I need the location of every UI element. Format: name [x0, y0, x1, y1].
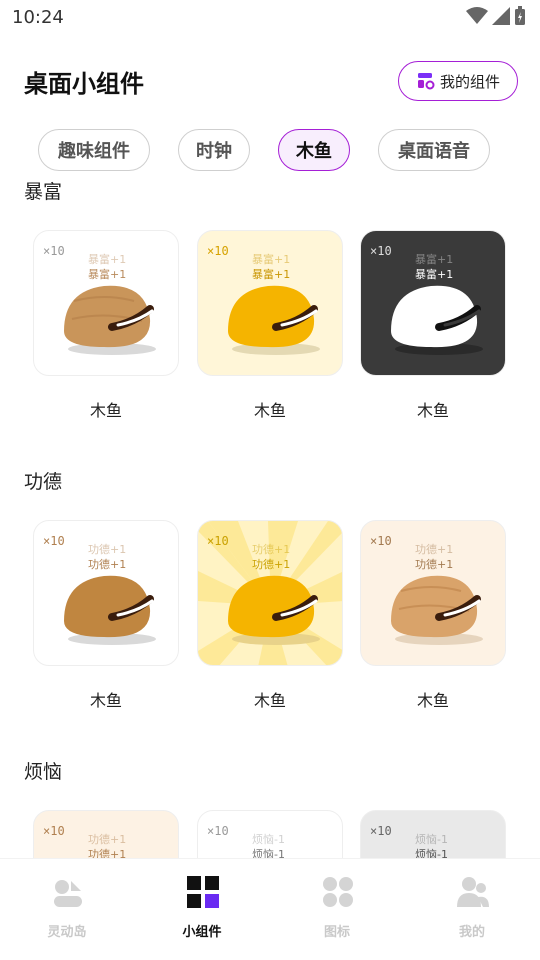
merit-text-faded: 暴富+1: [415, 253, 454, 266]
my-widgets-button[interactable]: 我的组件: [398, 61, 518, 101]
merit-text: 暴富+1: [415, 268, 454, 281]
wifi-icon: [466, 7, 488, 24]
hit-count: ×10: [370, 824, 392, 838]
icons-grid-icon: [323, 877, 353, 907]
bottom-nav: 灵动岛 小组件 图标 我的: [0, 858, 540, 960]
merit-text: 功德+1: [88, 848, 127, 858]
merit-text-faded: 暴富+1: [88, 253, 127, 266]
nav-item-icons[interactable]: 图标: [287, 875, 387, 945]
battery-icon: [515, 6, 525, 25]
nav-item-widgets[interactable]: 小组件: [152, 875, 252, 945]
nav-item-island[interactable]: 灵动岛: [17, 875, 117, 945]
category-tabs: 趣味组件 时钟 木鱼 桌面语音: [0, 129, 540, 173]
tab-desktop-voice[interactable]: 桌面语音: [378, 129, 490, 171]
merit-text: 功德+1: [252, 558, 291, 571]
card-caption: 木鱼: [416, 401, 449, 420]
hit-count: ×10: [43, 244, 65, 258]
nav-label: 小组件: [182, 925, 222, 940]
card-caption: 木鱼: [253, 691, 286, 710]
hit-count: ×10: [207, 824, 229, 838]
merit-text-faded: 功德+1: [88, 543, 127, 556]
nav-label: 我的: [458, 925, 485, 940]
user-icon: [457, 877, 489, 907]
merit-text-faded: 烦恼-1: [415, 833, 448, 846]
merit-text-faded: 功德+1: [252, 543, 291, 556]
widget-card[interactable]: ×10 功德+1 功德+1: [197, 520, 343, 666]
card-caption: 木鱼: [416, 691, 449, 710]
merit-text: 暴富+1: [252, 268, 291, 281]
hit-count: ×10: [207, 534, 229, 548]
page-title: 桌面小组件: [24, 70, 144, 98]
merit-text-faded: 功德+1: [415, 543, 454, 556]
widget-card[interactable]: ×10 功德+1 功德+1: [33, 520, 179, 666]
hit-count: ×10: [207, 244, 229, 258]
my-widgets-label: 我的组件: [439, 72, 500, 91]
island-icon: [54, 880, 82, 907]
nav-item-mine[interactable]: 我的: [422, 875, 522, 945]
widget-card[interactable]: ×10 烦恼-1 烦恼-1: [197, 810, 343, 858]
status-time: 10:24: [12, 7, 64, 28]
widget-card[interactable]: ×10 功德+1 功德+1: [33, 810, 179, 858]
hit-count: ×10: [370, 244, 392, 258]
hit-count: ×10: [43, 534, 65, 548]
tab-fun-widgets[interactable]: 趣味组件: [38, 129, 150, 171]
widgets-icon: [187, 876, 219, 908]
hit-count: ×10: [370, 534, 392, 548]
widget-card[interactable]: ×10 功德+1 功德+1: [360, 520, 506, 666]
status-bar: 10:24: [0, 0, 540, 34]
merit-text-faded: 烦恼-1: [252, 833, 285, 846]
card-caption: 木鱼: [253, 401, 286, 420]
nav-label: 图标: [323, 925, 350, 940]
merit-text-faded: 暴富+1: [252, 253, 291, 266]
card-caption: 木鱼: [89, 691, 122, 710]
merit-text: 暴富+1: [88, 268, 127, 281]
widget-card[interactable]: ×10 暴富+1 暴富+1: [33, 230, 179, 376]
tab-wooden-fish[interactable]: 木鱼: [278, 129, 350, 171]
hit-count: ×10: [43, 824, 65, 838]
nav-label: 灵动岛: [47, 925, 87, 940]
widget-box-icon: [417, 73, 435, 90]
widget-card[interactable]: ×10 暴富+1 暴富+1: [197, 230, 343, 376]
status-icons: [466, 6, 526, 26]
merit-text: 功德+1: [415, 558, 454, 571]
card-caption: 木鱼: [89, 401, 122, 420]
merit-text: 烦恼-1: [252, 848, 285, 858]
section-3-cards: ×10 功德+1 功德+1 ×10 烦恼-1 烦恼-1 ×10 烦恼-1 烦恼-…: [0, 808, 540, 858]
merit-text: 烦恼-1: [415, 848, 448, 858]
widget-card[interactable]: ×10 烦恼-1 烦恼-1: [360, 810, 506, 858]
tab-clock[interactable]: 时钟: [178, 129, 250, 171]
signal-icon: [492, 7, 510, 25]
widget-card[interactable]: ×10 暴富+1 暴富+1: [360, 230, 506, 376]
header: 桌面小组件 我的组件: [0, 56, 540, 106]
section-title-merit: 功德: [24, 471, 63, 493]
section-title-rich: 暴富: [24, 181, 63, 203]
merit-text-faded: 功德+1: [88, 833, 127, 846]
merit-text: 功德+1: [88, 558, 127, 571]
section-title-worries: 烦恼: [24, 761, 63, 783]
